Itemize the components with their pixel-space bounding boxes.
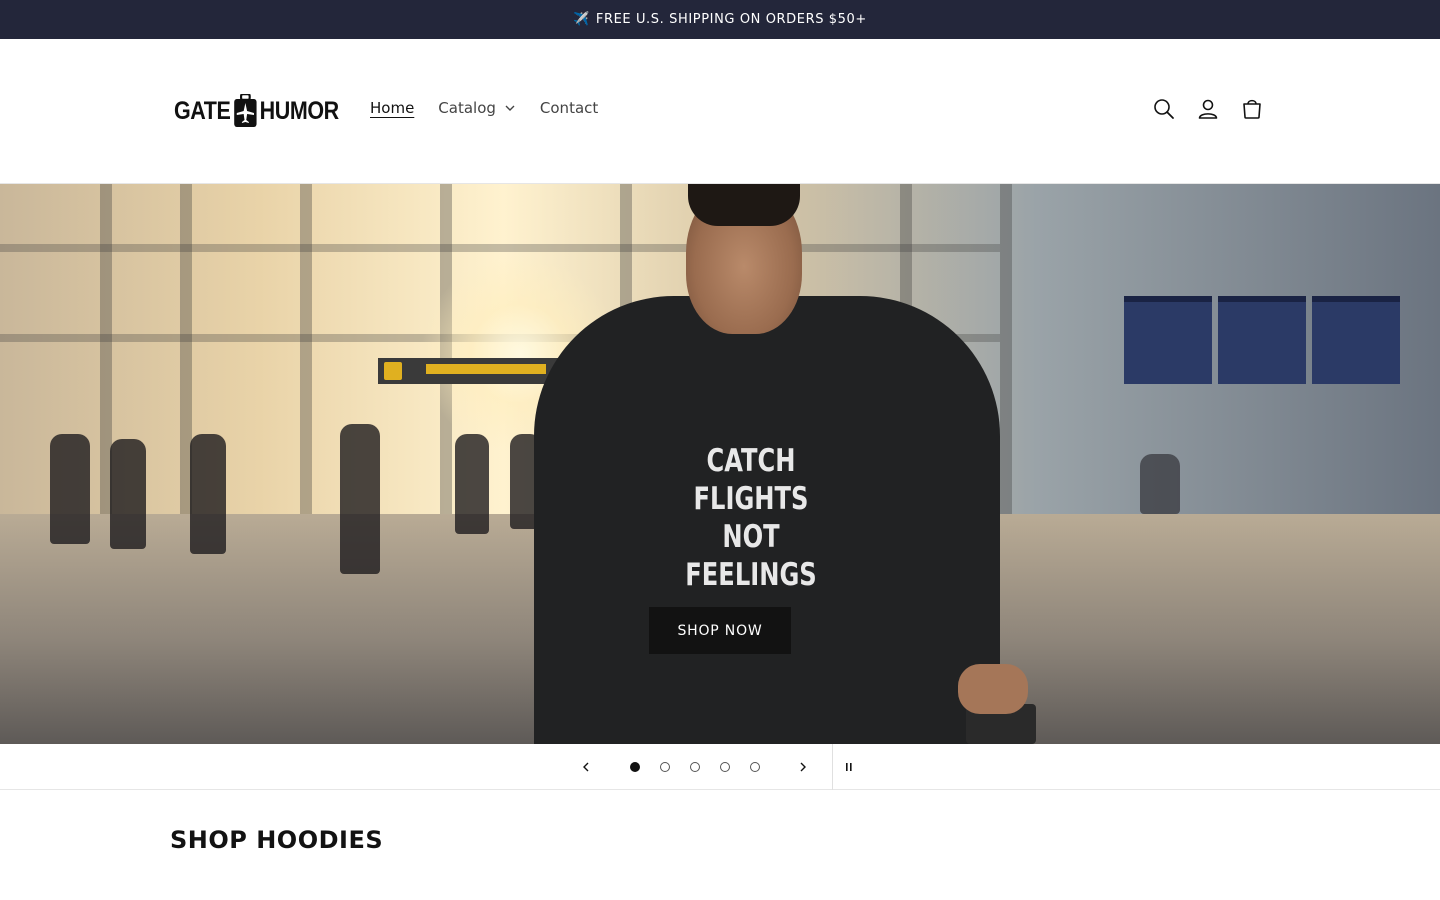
traveler-silhouette: [455, 434, 489, 534]
traveler-silhouette: [110, 439, 146, 549]
model-hand: [958, 664, 1028, 714]
nav-catalog[interactable]: Catalog: [438, 99, 516, 117]
main-nav: Home Catalog Contact: [370, 99, 622, 117]
hoodie-print-line2: NOT FEELINGS: [685, 519, 817, 593]
cart-icon[interactable]: [1238, 95, 1266, 123]
luggage-plane-icon: [233, 92, 257, 128]
nav-catalog-label: Catalog: [438, 99, 496, 117]
previous-slide-button[interactable]: [577, 758, 595, 776]
slide-dot-3[interactable]: [690, 762, 700, 772]
window-frame: [300, 184, 312, 514]
departure-board: [1218, 296, 1306, 384]
nav-home[interactable]: Home: [370, 99, 414, 117]
departure-board: [1124, 296, 1212, 384]
nav-contact[interactable]: Contact: [540, 99, 598, 117]
departure-board: [1312, 296, 1400, 384]
traveler-silhouette: [1140, 454, 1180, 514]
site-logo[interactable]: GATE HUMOR: [174, 91, 339, 131]
shop-now-button[interactable]: SHOP NOW: [649, 607, 791, 654]
window-frame: [0, 244, 1000, 252]
slider-controls: [0, 744, 1440, 790]
hero-slide-image: CATCH FLIGHTS NOT FEELINGS SHOP NOW: [0, 184, 1440, 744]
nav-contact-label: Contact: [539, 99, 599, 117]
section-title: SHOP HOODIES: [170, 826, 384, 854]
hoodie-print-line1: CATCH FLIGHTS: [693, 443, 809, 517]
model-hair: [688, 184, 800, 226]
traveler-silhouette: [190, 434, 226, 554]
window-frame: [1000, 184, 1012, 514]
hoodie-print: CATCH FLIGHTS NOT FEELINGS: [661, 442, 840, 594]
chevron-right-icon: [800, 762, 806, 772]
pause-icon: [846, 763, 852, 771]
chevron-down-icon: [505, 105, 515, 111]
search-icon[interactable]: [1150, 95, 1178, 123]
slide-dot-5[interactable]: [750, 762, 760, 772]
announcement-text: FREE U.S. SHIPPING ON ORDERS $50+: [595, 12, 867, 27]
logo-text-left: GATE: [174, 96, 231, 125]
header-icons: [1150, 95, 1282, 123]
slide-dot-2[interactable]: [660, 762, 670, 772]
traveler-silhouette: [50, 434, 90, 544]
logo-text-right: HUMOR: [259, 96, 339, 125]
site-header: GATE HUMOR Home Catalog Contact: [0, 39, 1440, 184]
slide-dot-1[interactable]: [630, 762, 640, 772]
account-icon[interactable]: [1194, 95, 1222, 123]
chevron-left-icon: [583, 762, 589, 772]
airplane-icon: ✈️: [573, 12, 590, 27]
traveler-silhouette: [340, 424, 380, 574]
slide-dot-4[interactable]: [720, 762, 730, 772]
pause-slideshow-button[interactable]: [840, 758, 858, 776]
nav-home-label: Home: [370, 99, 415, 117]
controls-divider: [832, 744, 833, 790]
next-slide-button[interactable]: [794, 758, 812, 776]
announcement-bar: ✈️ FREE U.S. SHIPPING ON ORDERS $50+: [0, 0, 1440, 39]
